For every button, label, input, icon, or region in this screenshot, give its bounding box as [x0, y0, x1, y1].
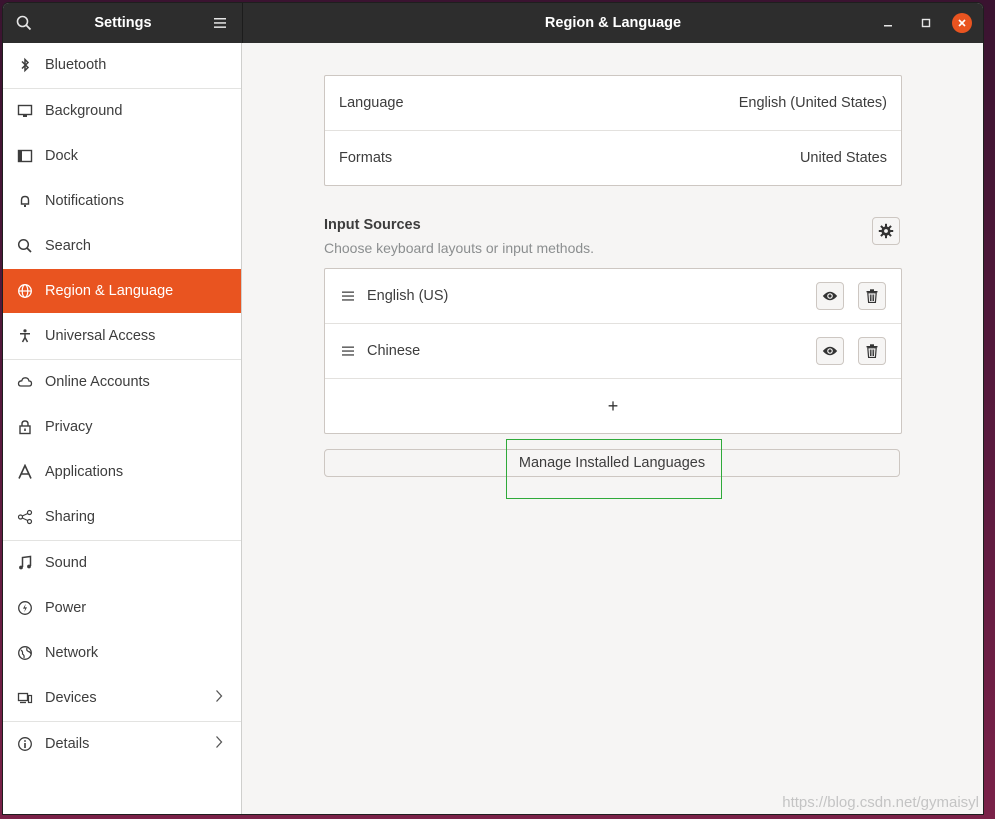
maximize-button[interactable] [916, 13, 936, 33]
drag-handle-icon[interactable] [342, 290, 354, 302]
background-icon [15, 101, 35, 121]
input-sources-subtitle: Choose keyboard layouts or input methods… [324, 240, 595, 256]
cloud-icon [15, 372, 35, 392]
language-row[interactable]: Language English (United States) [325, 76, 901, 131]
eye-icon [822, 346, 838, 356]
input-sources-list: English (US) Chinese + [324, 268, 902, 434]
globe-icon [15, 281, 35, 301]
chevron-right-icon [215, 689, 223, 708]
sidebar-item-label: Network [45, 645, 99, 661]
sidebar-header: Settings [3, 3, 242, 43]
sidebar-item-bluetooth[interactable]: Bluetooth [3, 43, 241, 87]
sidebar-item-background[interactable]: Background [3, 89, 241, 133]
show-layout-button[interactable] [816, 337, 844, 365]
sidebar-item-label: Power [45, 600, 87, 616]
sidebar-item-sound[interactable]: Sound [3, 541, 241, 585]
remove-source-button[interactable] [858, 337, 886, 365]
search-icon [15, 236, 35, 256]
input-sources-settings-button[interactable] [872, 217, 900, 245]
power-icon [15, 598, 35, 618]
input-source-row[interactable]: English (US) [325, 269, 901, 324]
manage-installed-languages-button[interactable]: Manage Installed Languages [324, 449, 900, 477]
sidebar-item-privacy[interactable]: Privacy [3, 405, 241, 449]
sidebar-item-label: Applications [45, 464, 124, 480]
remove-source-button[interactable] [858, 282, 886, 310]
settings-window: Settings Region & Language Bluetooth Bac… [3, 3, 983, 814]
bluetooth-icon [15, 55, 35, 75]
plus-icon: + [607, 395, 619, 416]
show-layout-button[interactable] [816, 282, 844, 310]
accessibility-icon [15, 326, 35, 346]
sidebar-item-dock[interactable]: Dock [3, 134, 241, 178]
page-title: Region & Language [544, 15, 682, 31]
minimize-button[interactable] [878, 13, 898, 33]
sidebar-item-devices[interactable]: Devices [3, 676, 241, 720]
sidebar-item-label: Search [45, 238, 91, 254]
drag-handle-icon[interactable] [342, 345, 354, 357]
sidebar-item-label: Notifications [45, 193, 124, 209]
watermark-text: https://blog.csdn.net/gymaisyl [782, 794, 979, 811]
trash-icon [866, 344, 878, 358]
devices-icon [15, 688, 35, 708]
sidebar-item-label: Universal Access [45, 328, 156, 344]
sidebar-item-notifications[interactable]: Notifications [3, 179, 241, 223]
sidebar-item-label: Privacy [45, 419, 93, 435]
hamburger-menu-icon[interactable] [210, 13, 230, 33]
sidebar: Bluetooth Background Dock Notifications [3, 43, 242, 814]
eye-icon [822, 291, 838, 301]
formats-label: Formats [339, 150, 393, 166]
language-value: English (United States) [738, 95, 887, 111]
title-bar: Settings Region & Language [3, 3, 983, 43]
formats-value: United States [799, 150, 887, 166]
lock-icon [15, 417, 35, 437]
app-title: Settings [94, 15, 152, 31]
sidebar-item-network[interactable]: Network [3, 631, 241, 675]
sidebar-item-label: Sound [45, 555, 87, 571]
sidebar-item-online-accounts[interactable]: Online Accounts [3, 360, 241, 404]
sidebar-item-label: Sharing [45, 509, 95, 525]
sidebar-item-applications[interactable]: Applications [3, 450, 241, 494]
close-icon [958, 19, 966, 27]
sidebar-item-search[interactable]: Search [3, 224, 241, 268]
trash-icon [866, 289, 878, 303]
sidebar-item-label: Region & Language [45, 283, 174, 299]
gear-icon [878, 223, 894, 239]
language-label: Language [339, 95, 404, 111]
sidebar-item-label: Devices [45, 690, 97, 706]
share-icon [15, 507, 35, 527]
applications-icon [15, 462, 35, 482]
sidebar-item-power[interactable]: Power [3, 586, 241, 630]
info-icon [15, 734, 35, 754]
sidebar-item-universal-access[interactable]: Universal Access [3, 314, 241, 358]
sidebar-item-sharing[interactable]: Sharing [3, 495, 241, 539]
sidebar-item-region-language[interactable]: Region & Language [3, 269, 241, 313]
formats-row[interactable]: Formats United States [325, 131, 901, 185]
sidebar-item-label: Dock [45, 148, 79, 164]
chevron-right-icon [215, 735, 223, 754]
close-button[interactable] [952, 13, 972, 33]
music-note-icon [15, 553, 35, 573]
bell-icon [15, 191, 35, 211]
region-frame: Language English (United States) Formats… [324, 75, 902, 186]
sidebar-item-label: Bluetooth [45, 57, 107, 73]
sidebar-item-label: Details [45, 736, 90, 752]
network-icon [15, 643, 35, 663]
sidebar-item-label: Background [45, 103, 123, 119]
dock-icon [15, 146, 35, 166]
input-source-label: English (US) [367, 288, 449, 304]
sidebar-item-label: Online Accounts [45, 374, 150, 390]
search-icon[interactable] [14, 13, 34, 33]
add-input-source-button[interactable]: + [325, 379, 901, 433]
main-content: Language English (United States) Formats… [242, 43, 983, 814]
sidebar-item-details[interactable]: Details [3, 722, 241, 766]
input-sources-title: Input Sources [324, 217, 421, 233]
input-source-row[interactable]: Chinese [325, 324, 901, 379]
input-source-label: Chinese [367, 343, 421, 359]
